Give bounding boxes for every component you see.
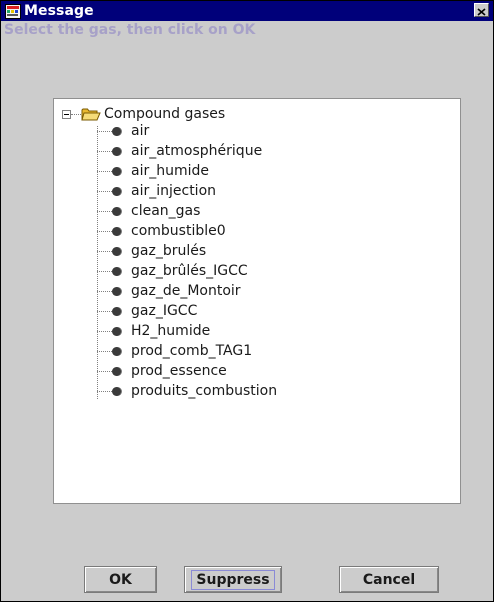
title-bar[interactable]: Message bbox=[1, 1, 493, 21]
window-title: Message bbox=[24, 3, 94, 19]
tree-item[interactable]: clean_gas bbox=[97, 201, 200, 221]
leaf-node-icon bbox=[112, 286, 121, 296]
tree-item[interactable]: air bbox=[97, 121, 149, 141]
tree-item[interactable]: gaz_de_Montoir bbox=[97, 281, 241, 301]
leaf-node-icon bbox=[112, 386, 121, 396]
leaf-node-icon bbox=[112, 346, 121, 356]
close-button[interactable] bbox=[474, 3, 489, 17]
leaf-node-icon bbox=[112, 186, 121, 196]
instruction-text: Select the gas, then click on OK bbox=[4, 22, 256, 38]
tree-item[interactable]: air_humide bbox=[97, 161, 209, 181]
tree-item[interactable]: prod_essence bbox=[97, 361, 227, 381]
tree-item-label: gaz_brûlés_IGCC bbox=[131, 263, 248, 279]
tree-item[interactable]: prod_comb_TAG1 bbox=[97, 341, 252, 361]
tree-item-label: prod_comb_TAG1 bbox=[131, 343, 253, 359]
tree-item-label: gaz_brulés bbox=[131, 243, 207, 259]
cancel-button[interactable]: Cancel bbox=[339, 566, 439, 593]
tree-item-label: air_atmosphérique bbox=[131, 143, 263, 159]
tree-item[interactable]: gaz_brûlés_IGCC bbox=[97, 261, 248, 281]
leaf-node-icon bbox=[112, 306, 121, 316]
tree-item-label: H2_humide bbox=[131, 323, 211, 339]
tree-item-label: gaz_IGCC bbox=[131, 303, 198, 319]
tree-item[interactable]: gaz_brulés bbox=[97, 241, 206, 261]
tree-item-label: gaz_de_Montoir bbox=[131, 283, 241, 299]
tree-item[interactable]: air_injection bbox=[97, 181, 216, 201]
ok-button[interactable]: OK bbox=[84, 566, 157, 593]
tree-item[interactable]: air_atmosphérique bbox=[97, 141, 262, 161]
tree-root-label: Compound gases bbox=[104, 106, 226, 122]
message-dialog: Message Select the gas, then click on OK… bbox=[0, 0, 494, 602]
suppress-button-label: Suppress bbox=[191, 569, 275, 590]
tree-item[interactable]: H2_humide bbox=[97, 321, 210, 341]
tree-item-label: produits_combustion bbox=[131, 383, 278, 399]
collapse-toggle-icon[interactable] bbox=[62, 109, 71, 119]
leaf-node-icon bbox=[112, 166, 121, 176]
leaf-node-icon bbox=[112, 206, 121, 216]
leaf-node-icon bbox=[112, 366, 121, 376]
leaf-node-icon bbox=[112, 126, 121, 136]
tree-item[interactable]: combustible0 bbox=[97, 221, 226, 241]
close-icon bbox=[477, 1, 486, 20]
tree-item[interactable]: produits_combustion bbox=[97, 381, 277, 401]
gas-tree[interactable]: Compound gases air air_atmosphérique air… bbox=[53, 98, 461, 504]
tree-item[interactable]: gaz_IGCC bbox=[97, 301, 197, 321]
tree-item-label: prod_essence bbox=[131, 363, 227, 379]
leaf-node-icon bbox=[112, 266, 121, 276]
tree-item-label: air_humide bbox=[131, 163, 209, 179]
tree-item-label: clean_gas bbox=[131, 203, 201, 219]
folder-open-icon bbox=[81, 107, 101, 122]
leaf-node-icon bbox=[112, 226, 121, 236]
app-icon bbox=[5, 3, 21, 19]
tree-item-label: combustible0 bbox=[131, 223, 226, 239]
suppress-button[interactable]: Suppress bbox=[184, 566, 282, 593]
tree-item-label: air bbox=[131, 123, 150, 139]
leaf-node-icon bbox=[112, 246, 121, 256]
tree-item-label: air_injection bbox=[131, 183, 217, 199]
leaf-node-icon bbox=[112, 146, 121, 156]
leaf-node-icon bbox=[112, 326, 121, 336]
